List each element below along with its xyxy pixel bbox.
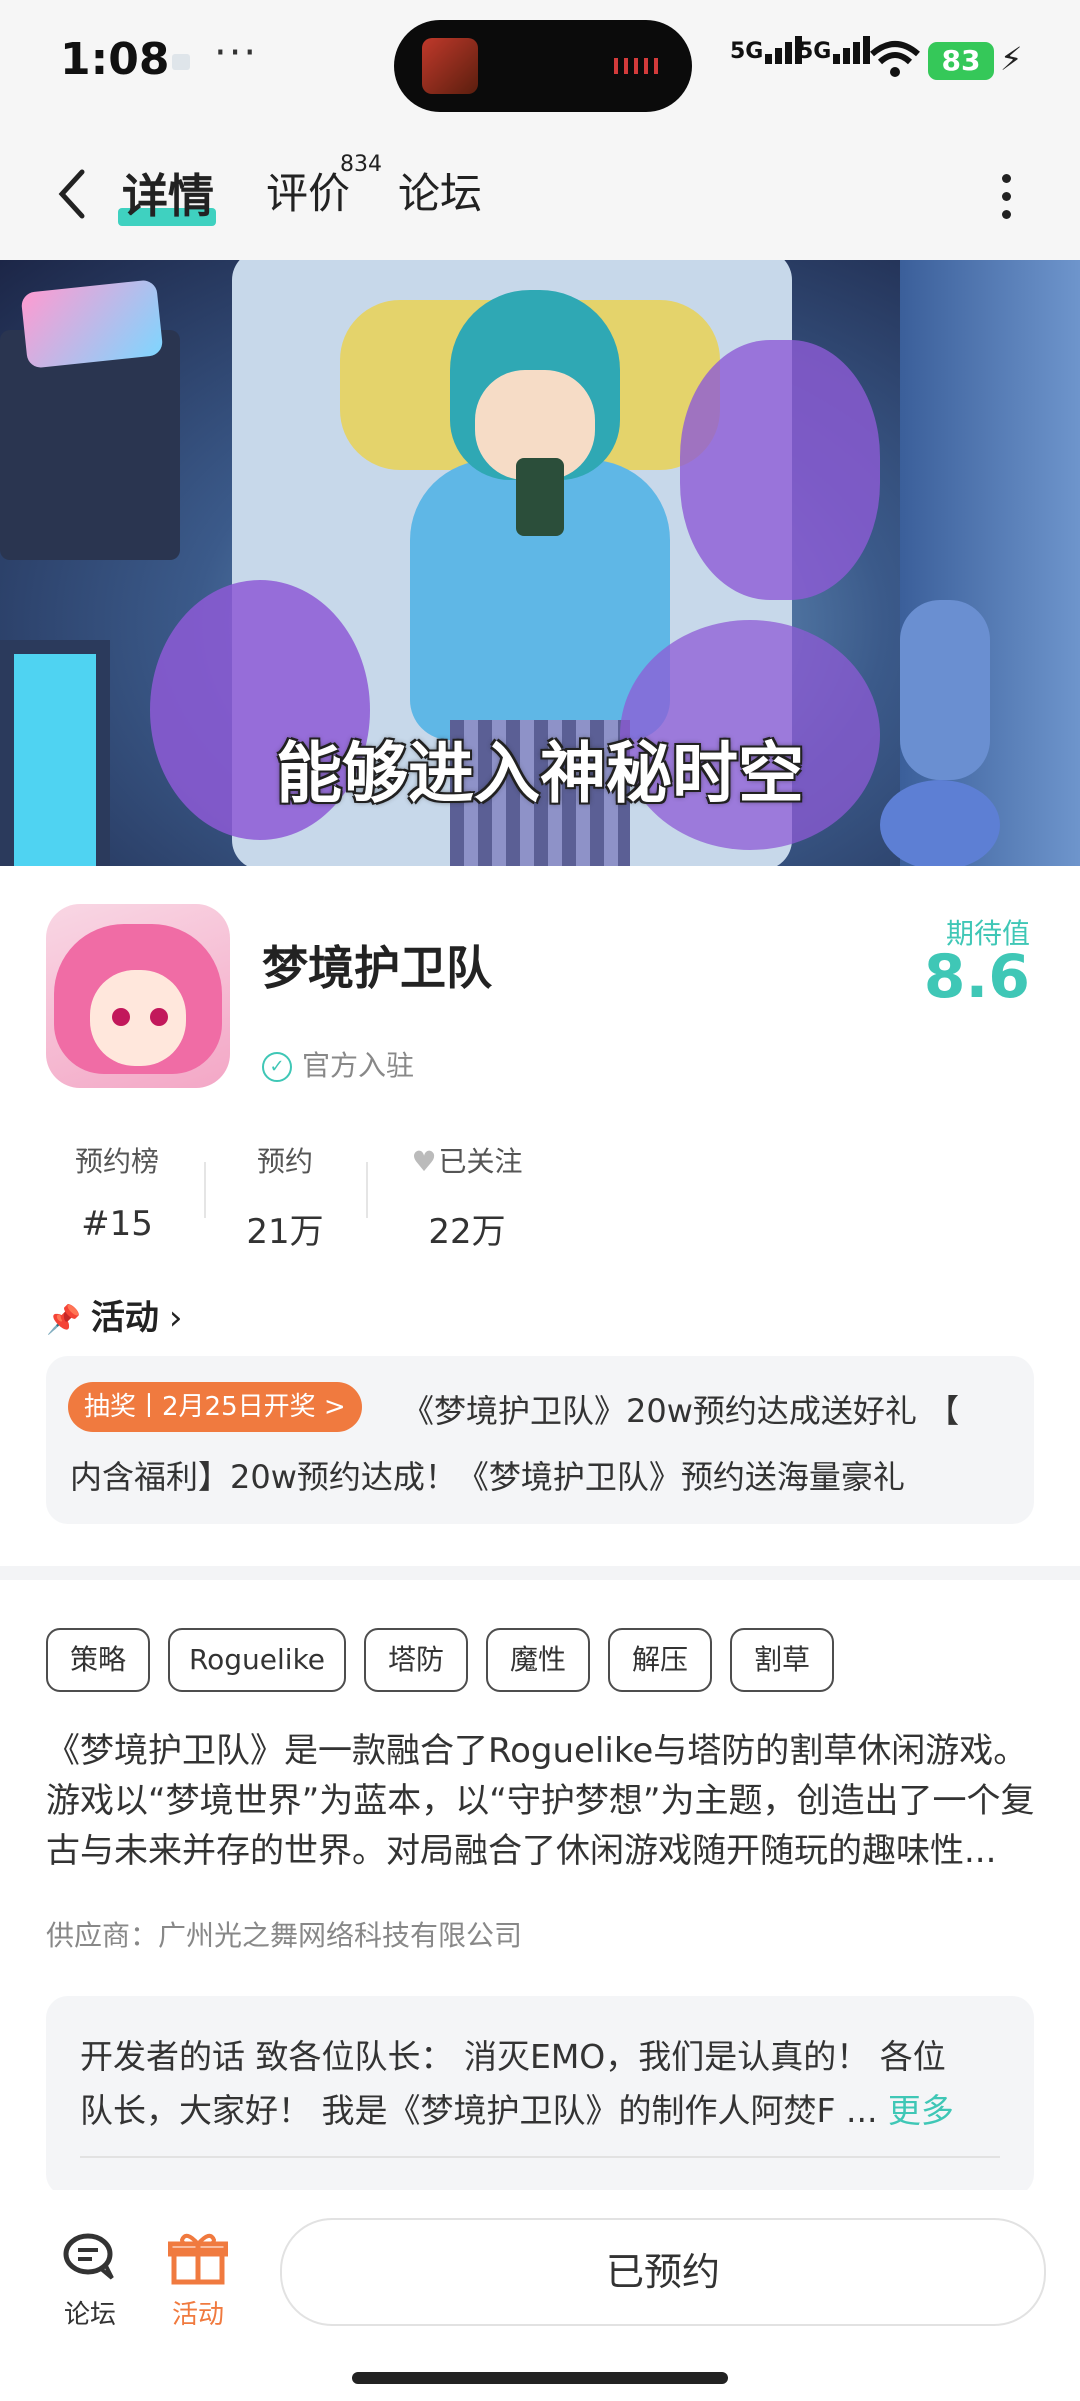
wifi-icon (870, 41, 920, 77)
icon-eye-left (112, 1008, 130, 1026)
activity-label: 活动 (171, 2300, 224, 2330)
gift-icon (167, 2233, 229, 2285)
forum-label: 论坛 (63, 2300, 116, 2330)
review-count-badge: 834 (340, 152, 382, 177)
official-badge: ✓ 官方入驻 (262, 1044, 414, 1084)
icon-eye-right (150, 1008, 168, 1026)
tag-magic[interactable]: 魔性 (486, 1628, 590, 1692)
activity-title: 活动 (90, 1298, 159, 1338)
stat-followers[interactable]: ♥已关注 22万 (392, 1140, 542, 1253)
home-indicator[interactable] (352, 2372, 728, 2384)
game-title: 梦境护卫队 (262, 941, 492, 995)
chat-bubble-icon (63, 2233, 114, 2280)
tab-forum[interactable]: 论坛 (398, 160, 482, 221)
description-line-2: 游戏以“梦境世界”为蓝本，以“守护梦想”为主题，创造出了一个复 (46, 1781, 1035, 1821)
tag-mowing[interactable]: 割草 (730, 1628, 834, 1692)
icon-face (90, 970, 186, 1066)
developer-note-text: 开发者的话 致各位队长： 消灭EMO，我们是认真的！ 各位 队长，大家好！ 我是… (80, 2030, 1010, 2138)
activity-text-line-2: 内含福利】20w预约达成！《梦境护卫队》预约送海量豪礼 (70, 1458, 905, 1496)
tag-stress-relief[interactable]: 解压 (608, 1628, 712, 1692)
more-link[interactable]: 更多 (888, 2091, 954, 2130)
stat-rank-value: #15 (81, 1204, 153, 1244)
developer-note-line-1: 开发者的话 致各位队长： 消灭EMO，我们是认真的！ 各位 (80, 2037, 946, 2076)
description-line-1: 《梦境护卫队》是一款融合了Roguelike与塔防的割草休闲游戏。 (46, 1731, 1028, 1771)
banner-caption: 能够进入神秘时空 (276, 735, 804, 812)
more-options-icon[interactable] (1000, 174, 1012, 224)
card-divider (80, 2156, 1000, 2158)
stat-divider (204, 1162, 206, 1218)
signal-icon-2: 5G (798, 36, 873, 64)
forum-button[interactable]: 论坛 (50, 2230, 130, 2331)
tag-strategy[interactable]: 策略 (46, 1628, 150, 1692)
reserved-button[interactable]: 已预约 (280, 2218, 1046, 2326)
stat-rank[interactable]: 预约榜 #15 (62, 1140, 172, 1244)
activity-button[interactable]: 活动 (158, 2230, 238, 2331)
back-arrow-icon[interactable] (52, 166, 92, 222)
supplier-info: 供应商：广州光之舞网络科技有限公司 (46, 1919, 523, 1952)
status-bar: 1:08 ··· 5G 5G 83 ⚡ (0, 0, 1080, 126)
bottom-action-bar: 论坛 活动 已预约 (0, 2190, 1080, 2401)
chevron-right-icon: › (168, 1298, 183, 1338)
tab-details[interactable]: 详情 (122, 160, 214, 226)
developer-note-line-2: 队长，大家好！ 我是《梦境护卫队》的制作人阿焚F ... (80, 2091, 888, 2130)
lottery-tag[interactable]: 抽奖丨2月25日开奖 > (68, 1382, 362, 1432)
media-thumbnail (422, 38, 478, 94)
check-circle-icon: ✓ (262, 1052, 292, 1082)
battery-icon: 83 (928, 42, 994, 80)
description-line-3: 古与未来并存的世界。对局融合了休闲游戏随开随玩的趣味性... (46, 1831, 997, 1871)
activity-header[interactable]: 📌 活动 › (46, 1290, 182, 1339)
game-app-icon (46, 904, 230, 1088)
audio-wave-icon (614, 58, 664, 74)
notification-icon (172, 54, 190, 70)
banner-phone (516, 458, 564, 536)
signal-label: 5G (730, 39, 764, 64)
game-banner-video[interactable]: 能够进入神秘时空 (0, 260, 1080, 866)
pin-icon: 📌 (46, 1303, 81, 1336)
activity-text-line-1: 《梦境护卫队》20w预约达成送好礼 【 (402, 1392, 960, 1430)
top-nav: 详情 评价 834 论坛 (0, 126, 1080, 260)
signal-label-2: 5G (798, 39, 832, 64)
game-description[interactable]: 《梦境护卫队》是一款融合了Roguelike与塔防的割草休闲游戏。 游戏以“梦境… (46, 1726, 1036, 1876)
banner-nightstand (0, 330, 180, 560)
tag-tower-defense[interactable]: 塔防 (364, 1628, 468, 1692)
official-label: 官方入驻 (302, 1049, 415, 1082)
status-more-dots: ··· (214, 30, 259, 76)
game-logo-badge (20, 279, 164, 369)
stat-divider-2 (366, 1162, 368, 1218)
stat-followers-label: 已关注 (438, 1145, 523, 1178)
stat-reservations-label: 预约 (256, 1145, 313, 1178)
signal-icon: 5G (730, 36, 805, 64)
expectation-score: 8.6 (923, 942, 1030, 1012)
banner-purple-smoke-2 (680, 340, 880, 600)
status-time: 1:08 (60, 34, 170, 85)
stat-followers-value: 22万 (428, 1212, 506, 1252)
charging-icon: ⚡ (1000, 40, 1023, 78)
developer-note-card[interactable]: 开发者的话 致各位队长： 消灭EMO，我们是认真的！ 各位 队长，大家好！ 我是… (46, 1996, 1034, 2196)
dynamic-island (394, 20, 692, 112)
tab-reviews[interactable]: 评价 (266, 160, 350, 221)
heart-icon: ♥ (411, 1145, 437, 1178)
tag-roguelike[interactable]: Roguelike (168, 1628, 346, 1692)
stat-reservations-value: 21万 (246, 1212, 324, 1252)
section-divider (0, 1566, 1080, 1580)
activity-card[interactable]: 抽奖丨2月25日开奖 > 《梦境护卫队》20w预约达成送好礼 【 内含福利】20… (46, 1356, 1034, 1524)
stat-reservations: 预约 21万 (230, 1140, 340, 1253)
stat-rank-label: 预约榜 (74, 1145, 159, 1178)
